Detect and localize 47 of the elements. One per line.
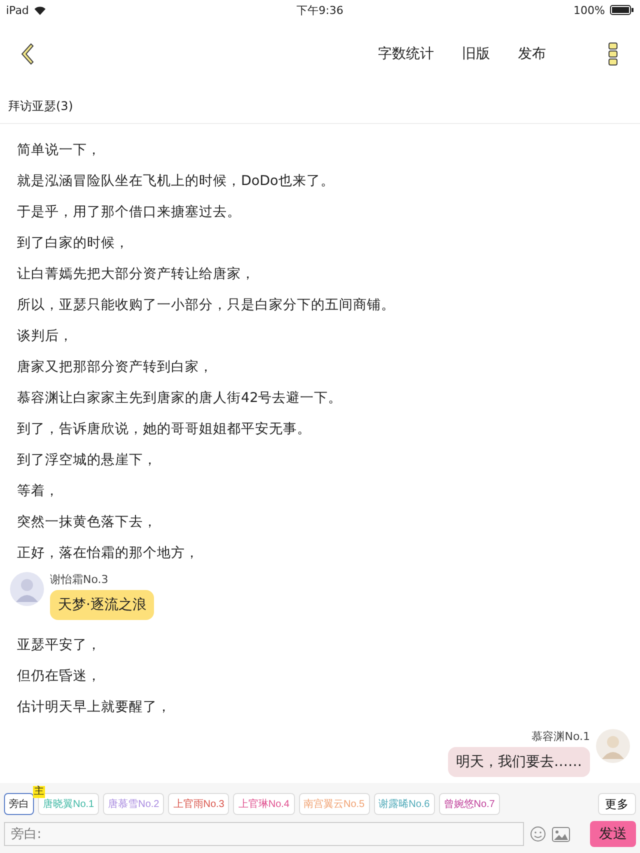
story-line: 慕容渊让白家家主先到唐家的唐人街42号去避一下。 bbox=[16, 389, 344, 408]
speaker-name: 慕容渊No.1 bbox=[532, 729, 590, 744]
story-line: 简单说一下， bbox=[16, 141, 102, 160]
back-icon[interactable] bbox=[20, 43, 34, 65]
avatar-icon bbox=[10, 572, 44, 606]
character-chip[interactable]: 旁白 bbox=[4, 793, 34, 815]
avatar-icon bbox=[596, 729, 630, 763]
emoji-icon[interactable] bbox=[530, 826, 546, 842]
main-badge: 主 bbox=[33, 786, 45, 798]
send-button[interactable]: 发送 bbox=[590, 821, 636, 847]
story-line: 估计明天早上就要醒了， bbox=[16, 698, 172, 717]
battery-level: 100% bbox=[574, 4, 605, 16]
character-chip[interactable]: 谢露晞No.6 bbox=[374, 793, 435, 815]
story-line: 到了浮空城的悬崖下， bbox=[16, 451, 158, 470]
toolbar-button[interactable]: 发布 bbox=[518, 45, 546, 63]
character-chip[interactable]: 上官雨No.3 bbox=[168, 793, 230, 815]
character-chip[interactable]: 唐慕雪No.2 bbox=[103, 793, 164, 815]
story-line: 所以，亚瑟只能收购了一小部分，只是白家分下的五间商铺。 bbox=[16, 296, 396, 315]
character-chip[interactable]: 唐晓翼No.1 bbox=[38, 793, 100, 815]
more-menu-icon[interactable] bbox=[608, 42, 618, 66]
status-time: 下午9:36 bbox=[296, 2, 344, 18]
story-line: 但仍在昏迷， bbox=[16, 667, 102, 686]
device-name: iPad bbox=[6, 4, 29, 16]
story-line: 正好，落在怡霜的那个地方， bbox=[16, 544, 200, 563]
more-button[interactable]: 更多 bbox=[598, 793, 636, 815]
story-line: 让白菁嫣先把大部分资产转让给唐家， bbox=[16, 265, 256, 284]
story-line: 唐家又把那部分资产转到白家， bbox=[16, 358, 214, 377]
wifi-icon bbox=[34, 6, 46, 14]
story-line: 到了，告诉唐欣说，她的哥哥姐姐都平安无事。 bbox=[16, 420, 312, 439]
character-chip[interactable]: 曾婉悠No.7 bbox=[438, 793, 500, 815]
character-chip[interactable]: 上官琳No.4 bbox=[233, 793, 294, 815]
story-line: 于是乎，用了那个借口来搪塞过去。 bbox=[16, 203, 242, 222]
story-line: 就是泓涵冒险队坐在飞机上的时候，DoDo也来了。 bbox=[16, 172, 336, 191]
toolbar-button[interactable]: 旧版 bbox=[462, 45, 490, 63]
image-icon[interactable] bbox=[552, 826, 570, 842]
message-bubble: 天梦·逐流之浪 bbox=[50, 590, 154, 620]
story-line: 亚瑟平安了， bbox=[16, 636, 102, 655]
story-line: 突然一抹黄色落下去， bbox=[16, 513, 158, 532]
story-line: 谈判后， bbox=[16, 327, 74, 346]
input-field[interactable]: 旁白: bbox=[4, 822, 524, 846]
message-bubble: 明天，我们要去…… bbox=[448, 747, 590, 777]
story-line: 到了白家的时候， bbox=[16, 234, 130, 253]
speaker-name: 谢怡霜No.3 bbox=[50, 572, 110, 587]
toolbar-button[interactable]: 字数统计 bbox=[378, 45, 434, 63]
story-line: 等着， bbox=[16, 482, 60, 501]
battery-icon bbox=[610, 5, 634, 15]
chapter-title: 拜访亚瑟(3) bbox=[0, 88, 640, 124]
